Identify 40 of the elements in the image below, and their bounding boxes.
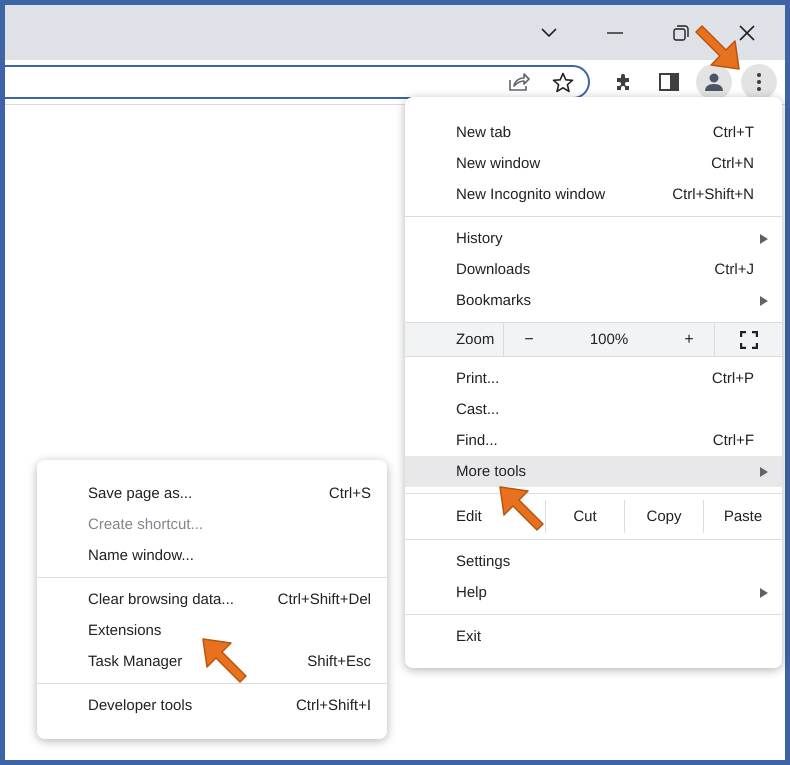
zoom-label: Zoom (455, 330, 496, 350)
menu-item[interactable]: Clear browsing data... Ctrl+Shift+Del (37, 584, 387, 615)
menu-item[interactable]: Help (405, 577, 782, 608)
menu-button[interactable] (741, 64, 777, 100)
menu-item[interactable]: New window Ctrl+N (405, 148, 782, 179)
menu-item[interactable]: Exit (405, 621, 782, 652)
menu-item[interactable]: Task Manager Shift+Esc (37, 646, 387, 677)
menu-item[interactable]: Settings (405, 546, 782, 577)
menu-item[interactable]: Find... Ctrl+F (405, 425, 782, 456)
fullscreen-icon (740, 330, 758, 348)
restore-icon (673, 24, 689, 40)
address-bar[interactable] (5, 65, 590, 99)
menu-item[interactable]: New tab Ctrl+T (405, 117, 782, 148)
close-icon (739, 24, 755, 40)
menu-item[interactable]: Save page as... Ctrl+S (37, 478, 387, 509)
menu-item[interactable]: New Incognito window Ctrl+Shift+N (405, 179, 782, 210)
menu-item[interactable]: Downloads Ctrl+J (405, 254, 782, 285)
menu-item[interactable]: More tools (405, 456, 782, 487)
menu-item[interactable]: Print... Ctrl+P (405, 363, 782, 394)
edit-button[interactable]: Paste (703, 500, 782, 533)
chevron-down-icon (541, 28, 557, 38)
menu-item[interactable]: Bookmarks (405, 285, 782, 316)
minimize-icon (607, 32, 623, 34)
menu-item[interactable]: Developer tools Ctrl+Shift+I (37, 690, 387, 721)
side-panel-icon (659, 73, 679, 91)
pointer-arrow (499, 486, 544, 531)
edit-label: Edit (456, 507, 482, 527)
menu-item[interactable]: History (405, 223, 782, 254)
zoom-in-button[interactable]: + (664, 330, 714, 348)
menu-item[interactable]: Extensions (37, 615, 387, 646)
person-icon (704, 72, 724, 92)
share-icon (508, 72, 530, 92)
pointer-arrow (202, 638, 247, 683)
zoom-value: 100% (588, 331, 630, 348)
menu-item[interactable]: Cast... (405, 394, 782, 425)
menu-item[interactable]: Name window... (37, 540, 387, 571)
menu-icon (756, 72, 762, 92)
zoom-out-button[interactable]: − (504, 330, 554, 348)
star-icon[interactable] (552, 72, 574, 92)
pointer-arrow (695, 25, 740, 70)
